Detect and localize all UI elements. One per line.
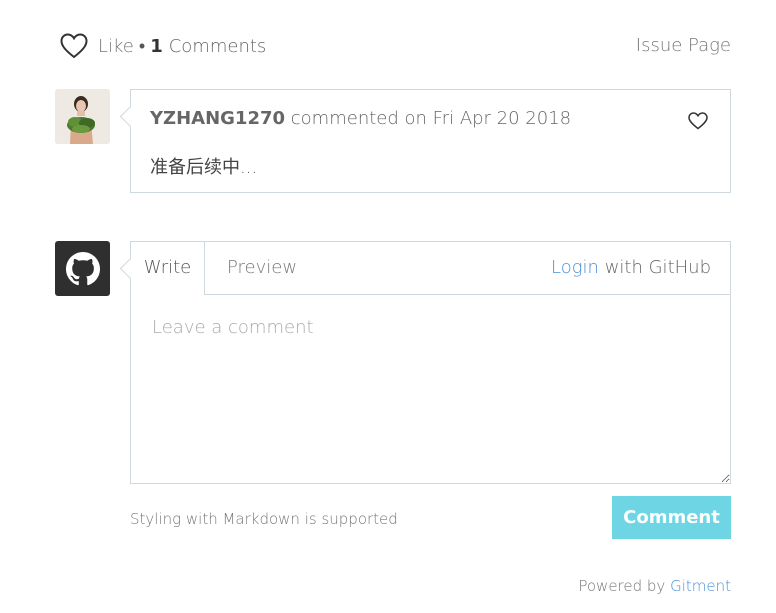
comment-meta: commented on Fri Apr 20 2018 (290, 108, 572, 129)
login-prompt: Login with GitHub (551, 242, 711, 294)
powered-by: Powered by Gitment (578, 577, 731, 595)
gitment-link[interactable]: Gitment (670, 577, 731, 595)
comment-editor: Write Preview Login with GitHub (119, 241, 731, 484)
login-suffix: with GitHub (604, 257, 711, 278)
comment-author[interactable]: YZHANG1270 (150, 108, 285, 129)
comment-count: 1 (150, 35, 163, 57)
separator-dot: • (138, 35, 146, 57)
user-photo (55, 89, 110, 144)
user-avatar[interactable] (55, 89, 110, 144)
editor-tabs: Write Preview Login with GitHub (131, 242, 730, 295)
github-octocat-icon (65, 251, 100, 285)
comment-textarea[interactable] (131, 295, 730, 483)
comment-card: YZHANG1270 commented on Fri Apr 20 2018 … (119, 89, 731, 193)
heart-outline-icon[interactable] (60, 33, 88, 59)
powered-by-label: Powered by (578, 577, 666, 595)
markdown-tip: Styling with Markdown is supported (130, 510, 398, 528)
issue-page-link[interactable]: Issue Page (636, 30, 731, 62)
comment-header: YZHANG1270 commented on Fri Apr 20 2018 (150, 108, 571, 129)
login-link[interactable]: Login (551, 257, 599, 278)
comment-button[interactable]: Comment (612, 496, 731, 539)
tab-write[interactable]: Write (131, 242, 205, 295)
comment-arrow (119, 105, 142, 128)
comment-body: 准备后续中... (150, 157, 258, 178)
like-block: Like • 1 Comments (60, 30, 266, 62)
like-label[interactable]: Like (98, 36, 134, 57)
heart-outline-icon[interactable] (688, 112, 708, 130)
github-avatar[interactable] (55, 241, 110, 296)
header: Like • 1 Comments Issue Page (60, 30, 731, 62)
tab-preview[interactable]: Preview (227, 242, 297, 294)
comments-label: Comments (168, 35, 267, 57)
